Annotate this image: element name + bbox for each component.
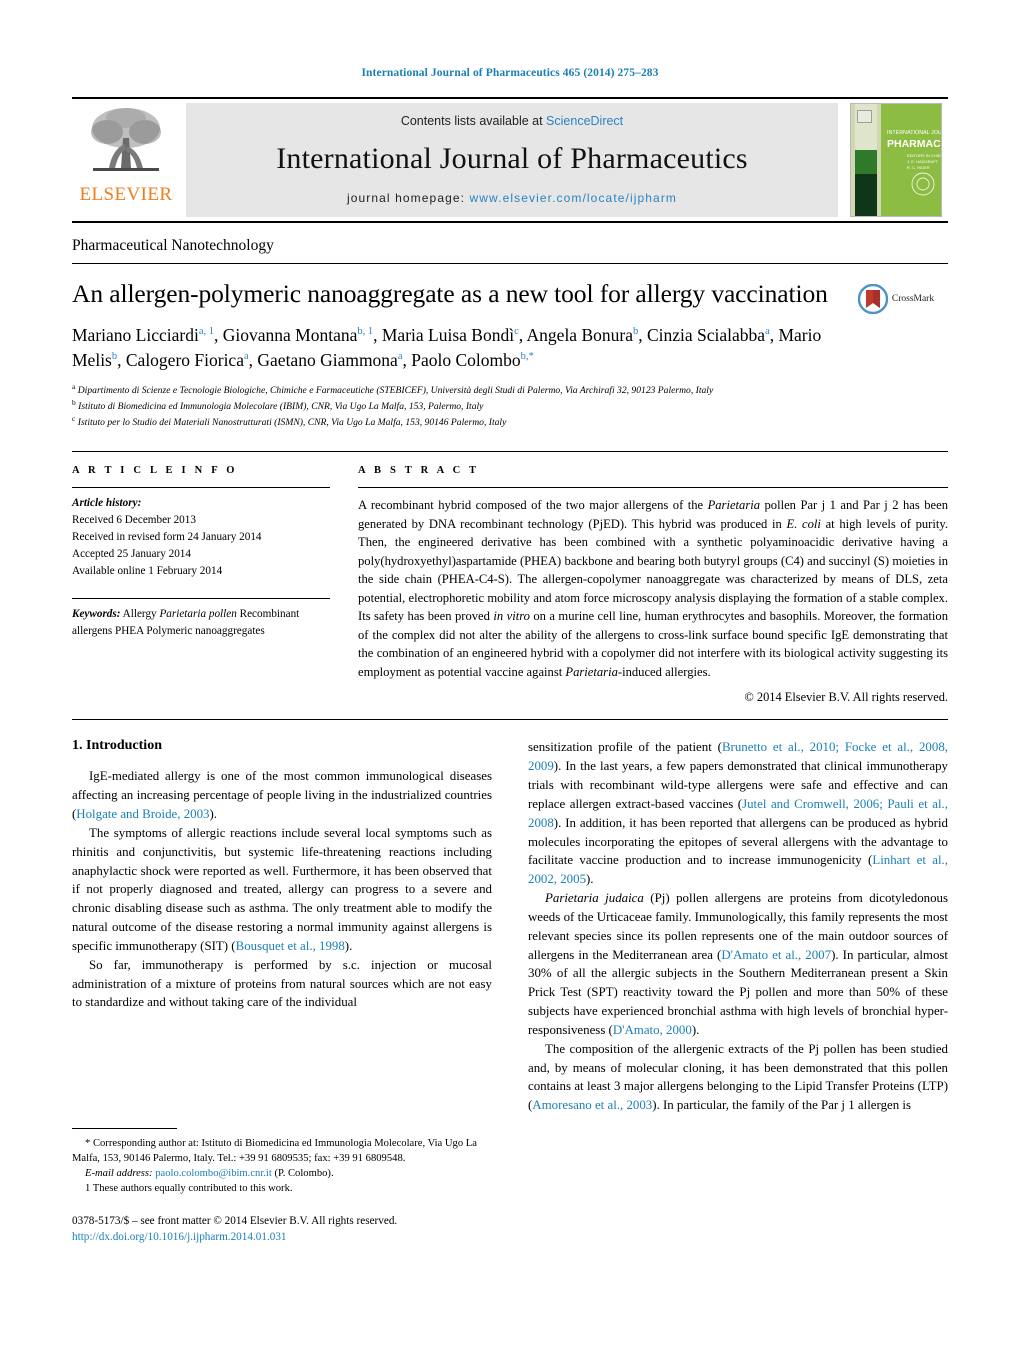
equal-contribution-note: 1 These authors equally contributed to t…: [85, 1183, 293, 1195]
paragraph: The composition of the allergenic extrac…: [528, 1041, 948, 1113]
imprint-block: 0378-5173/$ – see front matter © 2014 El…: [72, 1213, 502, 1245]
affiliation-mark-b: b: [72, 397, 76, 407]
email-suffix: (P. Colombo).: [271, 1168, 334, 1180]
svg-text:EDITORS IN CHIEF: EDITORS IN CHIEF: [907, 153, 941, 158]
paragraph: IgE-mediated allergy is one of the most …: [72, 769, 492, 822]
svg-text:INTERNATIONAL JOURNAL OF: INTERNATIONAL JOURNAL OF: [887, 130, 941, 136]
author-list: Mariano Licciardia, 1, Giovanna Montanab…: [72, 325, 822, 371]
keyword-item: Polymeric nanoaggregates: [146, 625, 265, 638]
footnote-block: * Corresponding author at: Istituto di B…: [72, 1128, 502, 1246]
body-column-right: sensitization profile of the patient (Br…: [528, 738, 948, 1115]
homepage-prefix: journal homepage:: [346, 190, 470, 205]
article-history-label: Article history:: [72, 497, 142, 510]
homepage-url-link[interactable]: www.elsevier.com/locate/ijpharm: [470, 191, 678, 205]
affiliation-c-text: Istituto per lo Studio dei Materiali Nan…: [77, 416, 507, 428]
article-info-heading: A R T I C L E I N F O: [72, 465, 238, 477]
keyword-item: Allergy: [122, 608, 157, 621]
journal-title: International Journal of Pharmaceutics: [276, 142, 748, 175]
title-block: An allergen-polymeric nanoaggregate as a…: [72, 278, 948, 430]
history-item: Accepted 25 January 2014: [72, 547, 191, 560]
keyword-item: Parietaria pollen: [159, 608, 237, 621]
journal-cover-art: INTERNATIONAL JOURNAL OF PHARMACEUTICS E…: [851, 103, 941, 216]
journal-cover-block: INTERNATIONAL JOURNAL OF PHARMACEUTICS E…: [844, 99, 948, 221]
abstract-copyright: © 2014 Elsevier B.V. All rights reserved…: [744, 690, 948, 705]
elsevier-tree-icon: [91, 107, 161, 171]
crossmark-badge[interactable]: CrossMark: [857, 283, 935, 314]
history-item: Available online 1 February 2014: [72, 564, 223, 577]
elsevier-logo: ELSEVIER: [72, 99, 180, 221]
affiliation-list: a Dipartimento di Scienze e Tecnologie B…: [72, 382, 830, 429]
subject-section-label: Pharmaceutical Nanotechnology: [72, 237, 948, 264]
affiliation-b: b Istituto di Biomedicina ed Immunologia…: [72, 398, 830, 414]
abstract-heading: A B S T R A C T: [358, 465, 480, 477]
crossmark-icon: [857, 283, 888, 314]
abstract-text: A recombinant hybrid composed of the two…: [358, 498, 949, 679]
abstract-column: A B S T R A C T A recombinant hybrid com…: [358, 452, 948, 705]
page-title: An allergen-polymeric nanoaggregate as a…: [72, 278, 828, 308]
history-item: Received 6 December 2013: [72, 514, 196, 527]
paragraph: So far, immunotherapy is performed by s.…: [72, 957, 492, 1010]
keywords-group: Keywords: Allergy Parietaria pollen Reco…: [72, 591, 330, 640]
body-columns: 1. Introduction IgE-mediated allergy is …: [72, 738, 948, 1115]
journal-masthead: ELSEVIER Contents lists available at Sci…: [72, 96, 948, 223]
corresponding-author-note: * Corresponding author at: Istituto di B…: [72, 1138, 477, 1165]
keyword-item: PHEA: [114, 625, 144, 638]
affiliation-mark-a: a: [72, 382, 76, 392]
paragraph: sensitization profile of the patient (Br…: [528, 740, 948, 887]
email-note: E-mail address: paolo.colombo@ibim.cnr.i…: [72, 1166, 502, 1181]
crossmark-column: CrossMark: [844, 278, 948, 430]
affiliation-mark-c: c: [72, 413, 76, 423]
svg-text:PHARMACEUTICS: PHARMACEUTICS: [887, 138, 941, 150]
body-column-left: 1. Introduction IgE-mediated allergy is …: [72, 738, 492, 1115]
paragraph: The symptoms of allergic reactions inclu…: [72, 825, 492, 953]
affiliation-a-text: Dipartimento di Scienze e Tecnologie Bio…: [77, 385, 714, 397]
email-link[interactable]: paolo.colombo@ibim.cnr.it: [155, 1168, 272, 1179]
elsevier-wordmark: ELSEVIER: [79, 183, 173, 205]
doi-link[interactable]: http://dx.doi.org/10.1016/j.ijpharm.2014…: [72, 1229, 502, 1245]
crossmark-label: CrossMark: [891, 293, 935, 304]
journal-band: Contents lists available at ScienceDirec…: [186, 102, 838, 217]
contents-prefix: Contents lists available at: [400, 113, 547, 128]
affiliation-a: a Dipartimento di Scienze e Tecnologie B…: [72, 382, 830, 398]
info-abstract-block: A R T I C L E I N F O Article history: R…: [72, 451, 948, 705]
footnote-rule: [72, 1128, 177, 1129]
svg-text:R. C. HIDER: R. C. HIDER: [907, 165, 930, 170]
article-info-column: A R T I C L E I N F O Article history: R…: [72, 452, 358, 705]
affiliation-b-text: Istituto di Biomedicina ed Immunologia M…: [78, 401, 484, 413]
section-heading-introduction: 1. Introduction: [72, 738, 162, 754]
contents-available-line: Contents lists available at ScienceDirec…: [401, 114, 623, 128]
title-column: An allergen-polymeric nanoaggregate as a…: [72, 278, 844, 430]
running-head: International Journal of Pharmaceutics 4…: [361, 67, 659, 79]
journal-homepage-line: journal homepage: www.elsevier.com/locat…: [347, 191, 677, 205]
imprint-line: 0378-5173/$ – see front matter © 2014 El…: [72, 1215, 398, 1228]
journal-cover-thumbnail: INTERNATIONAL JOURNAL OF PHARMACEUTICS E…: [850, 102, 942, 217]
paragraph: Parietaria judaica (Pj) pollen allergens…: [528, 891, 948, 1037]
keywords-label: Keywords:: [72, 608, 121, 621]
affiliation-c: c Istituto per lo Studio dei Materiali N…: [72, 414, 830, 430]
email-label: E-mail address:: [85, 1168, 153, 1180]
paper-page: International Journal of Pharmaceutics 4…: [0, 0, 1020, 1351]
article-history-group: Article history: Received 6 December 201…: [72, 488, 330, 579]
sciencedirect-link[interactable]: ScienceDirect: [546, 114, 623, 128]
keywords-rule: [72, 598, 330, 600]
history-item: Received in revised form 24 January 2014: [72, 531, 262, 544]
svg-text:J. E. HADGRAFT: J. E. HADGRAFT: [907, 159, 939, 164]
body-separator-rule: [72, 719, 948, 721]
